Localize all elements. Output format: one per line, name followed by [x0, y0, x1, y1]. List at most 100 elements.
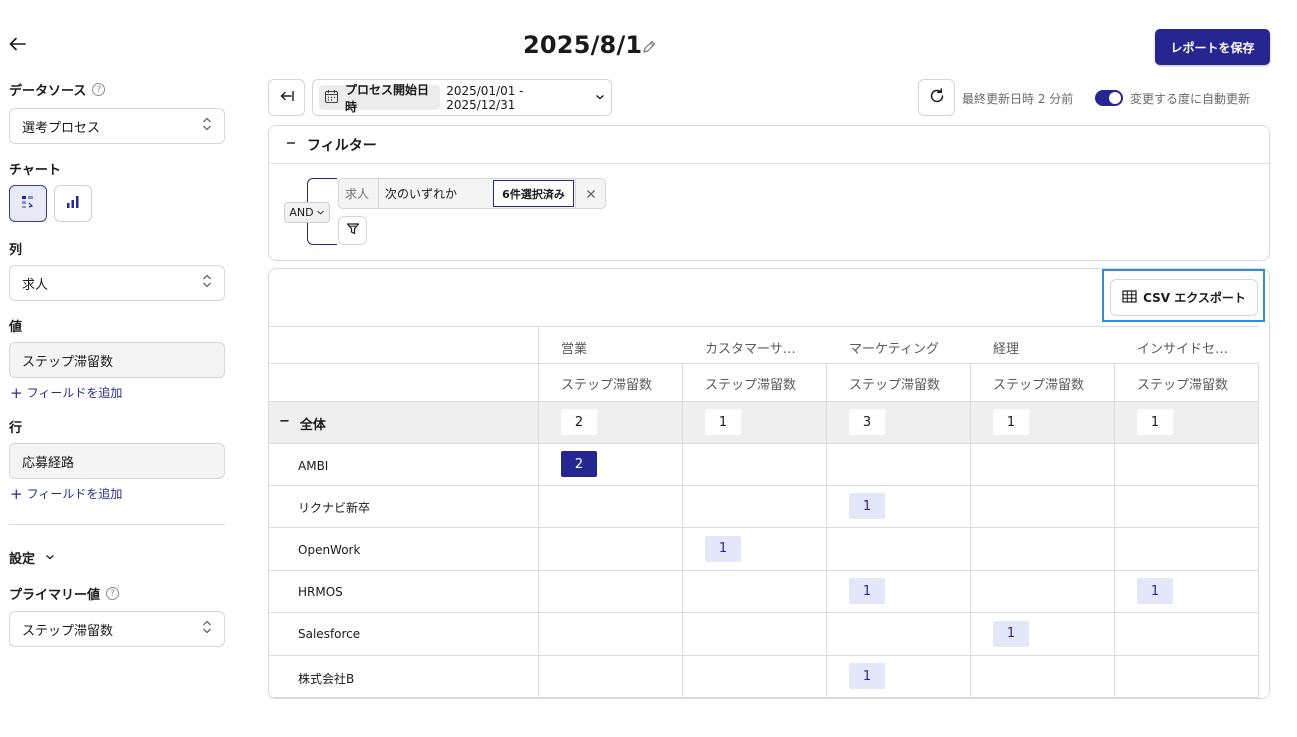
- filter-condition: 求人 次のいずれか 6件選択済み: [338, 178, 606, 209]
- settings-toggle[interactable]: 設定: [9, 548, 55, 567]
- pencil-icon[interactable]: [641, 39, 657, 55]
- pivot-table-chart-button[interactable]: [9, 185, 47, 222]
- sort-updown-icon: [202, 273, 212, 293]
- column-header[interactable]: カスタマーサ…: [705, 338, 796, 357]
- metric-subheader: ステップ滞留数: [849, 378, 941, 393]
- table-icon: [1122, 289, 1137, 306]
- add-field-text: フィールドを追加: [26, 386, 123, 400]
- data-cell[interactable]: 1: [849, 493, 885, 519]
- minus-icon: [285, 137, 297, 153]
- data-cell[interactable]: 1: [849, 663, 885, 689]
- column-header[interactable]: マーケティング: [849, 338, 939, 357]
- filter-value[interactable]: 6件選択済み: [493, 180, 574, 207]
- filter-operator[interactable]: 次のいずれか: [379, 179, 492, 208]
- total-label-text: 全体: [299, 418, 326, 433]
- sort-updown-icon: [202, 116, 212, 136]
- auto-update-label: 変更する度に自動更新: [1130, 92, 1251, 106]
- filter-field[interactable]: 求人: [339, 179, 379, 208]
- and-label: AND: [289, 206, 314, 219]
- grid-line: [269, 443, 1259, 444]
- last-updated-text: 最終更新日時 2 分前: [962, 92, 1074, 106]
- and-operator-select[interactable]: AND: [284, 202, 330, 223]
- help-icon[interactable]: ?: [92, 83, 106, 96]
- grid-line: [269, 655, 1259, 656]
- values-label: 値: [9, 320, 23, 335]
- total-cell[interactable]: 1: [1137, 409, 1173, 435]
- add-filter-button[interactable]: [338, 216, 367, 245]
- total-cell[interactable]: 1: [705, 409, 741, 435]
- settings-label: 設定: [9, 552, 36, 567]
- values-field[interactable]: ステップ滞留数: [9, 342, 225, 378]
- rows-field[interactable]: 応募経路: [9, 443, 225, 479]
- pivot-table-icon: [20, 194, 36, 214]
- columns-select[interactable]: 求人: [9, 265, 225, 301]
- data-cell[interactable]: 2: [561, 451, 597, 477]
- help-icon[interactable]: ?: [106, 587, 120, 600]
- close-icon[interactable]: [575, 179, 605, 208]
- add-field-text: フィールドを追加: [26, 487, 123, 501]
- grid-line: [826, 363, 827, 697]
- grid-line: [269, 485, 1259, 486]
- date-range-picker[interactable]: プロセス開始日時 2025/01/01 - 2025/12/31: [312, 79, 612, 116]
- grid-line: [269, 527, 1259, 528]
- columns-label: 列: [9, 243, 23, 258]
- total-cell[interactable]: 1: [993, 409, 1029, 435]
- row-label[interactable]: AMBI: [298, 459, 328, 473]
- primary-value-select[interactable]: ステップ滞留数: [9, 611, 225, 647]
- primary-value-label: プライマリー値 ?: [9, 584, 120, 603]
- data-cell[interactable]: 1: [849, 578, 885, 604]
- csv-export-button[interactable]: CSV エクスポート: [1110, 279, 1258, 316]
- add-value-field-link[interactable]: + フィールドを追加: [10, 384, 122, 401]
- row-label[interactable]: OpenWork: [298, 543, 360, 557]
- minus-icon[interactable]: −: [279, 414, 290, 433]
- metric-subheader: ステップ滞留数: [705, 378, 797, 393]
- total-cell[interactable]: 2: [561, 409, 597, 435]
- back-arrow-icon[interactable]: [8, 34, 28, 54]
- data-cell[interactable]: 1: [1137, 578, 1173, 604]
- auto-update-toggle[interactable]: [1095, 90, 1123, 106]
- row-label[interactable]: リクナビ新卒: [298, 499, 370, 516]
- grid-line: [538, 326, 539, 697]
- csv-export-label: CSV エクスポート: [1143, 291, 1246, 305]
- data-source-select[interactable]: 選考プロセス: [9, 108, 225, 144]
- grid-line: [269, 401, 1259, 402]
- total-row-label[interactable]: − 全体: [279, 414, 326, 433]
- total-row: [269, 401, 1259, 443]
- plus-icon: +: [10, 383, 23, 402]
- data-source-value: 選考プロセス: [22, 120, 101, 136]
- rows-label: 行: [9, 421, 23, 436]
- filter-title: フィルター: [307, 137, 377, 154]
- date-field-label: プロセス開始日時: [345, 82, 430, 114]
- data-cell[interactable]: 1: [705, 535, 741, 562]
- total-cell[interactable]: 3: [849, 409, 885, 435]
- grid-line: [1114, 363, 1115, 697]
- add-row-field-link[interactable]: + フィールドを追加: [10, 485, 122, 502]
- data-source-label: データソース ?: [9, 80, 106, 99]
- funnel-icon: [346, 222, 360, 240]
- chevron-down-icon: [45, 550, 55, 565]
- row-label[interactable]: 株式会社B: [298, 670, 354, 687]
- pivot-table-panel: [268, 268, 1270, 699]
- chevron-down-icon: [316, 206, 325, 219]
- chevron-down-icon: [595, 90, 605, 105]
- metric-subheader: ステップ滞留数: [561, 378, 653, 393]
- grid-line: [269, 612, 1259, 613]
- data-source-label-text: データソース: [9, 84, 87, 99]
- column-header[interactable]: インサイドセ…: [1137, 338, 1228, 357]
- refresh-button[interactable]: [918, 79, 955, 116]
- bar-chart-button[interactable]: [54, 185, 92, 222]
- column-header[interactable]: 経理: [993, 338, 1019, 357]
- primary-value-value: ステップ滞留数: [22, 623, 114, 639]
- values-value: ステップ滞留数: [22, 354, 114, 370]
- row-label[interactable]: HRMOS: [298, 585, 343, 599]
- refresh-icon: [928, 87, 946, 109]
- collapse-icon: [279, 88, 295, 108]
- column-header[interactable]: 営業: [561, 338, 587, 357]
- filter-header[interactable]: フィルター: [269, 126, 1269, 164]
- row-label[interactable]: Salesforce: [298, 627, 360, 641]
- save-report-button[interactable]: レポートを保存: [1155, 29, 1270, 65]
- data-cell[interactable]: 1: [993, 620, 1029, 647]
- metric-subheader: ステップ滞留数: [993, 378, 1085, 393]
- date-field-chip[interactable]: プロセス開始日時: [319, 83, 441, 114]
- collapse-sidebar-button[interactable]: [268, 79, 305, 116]
